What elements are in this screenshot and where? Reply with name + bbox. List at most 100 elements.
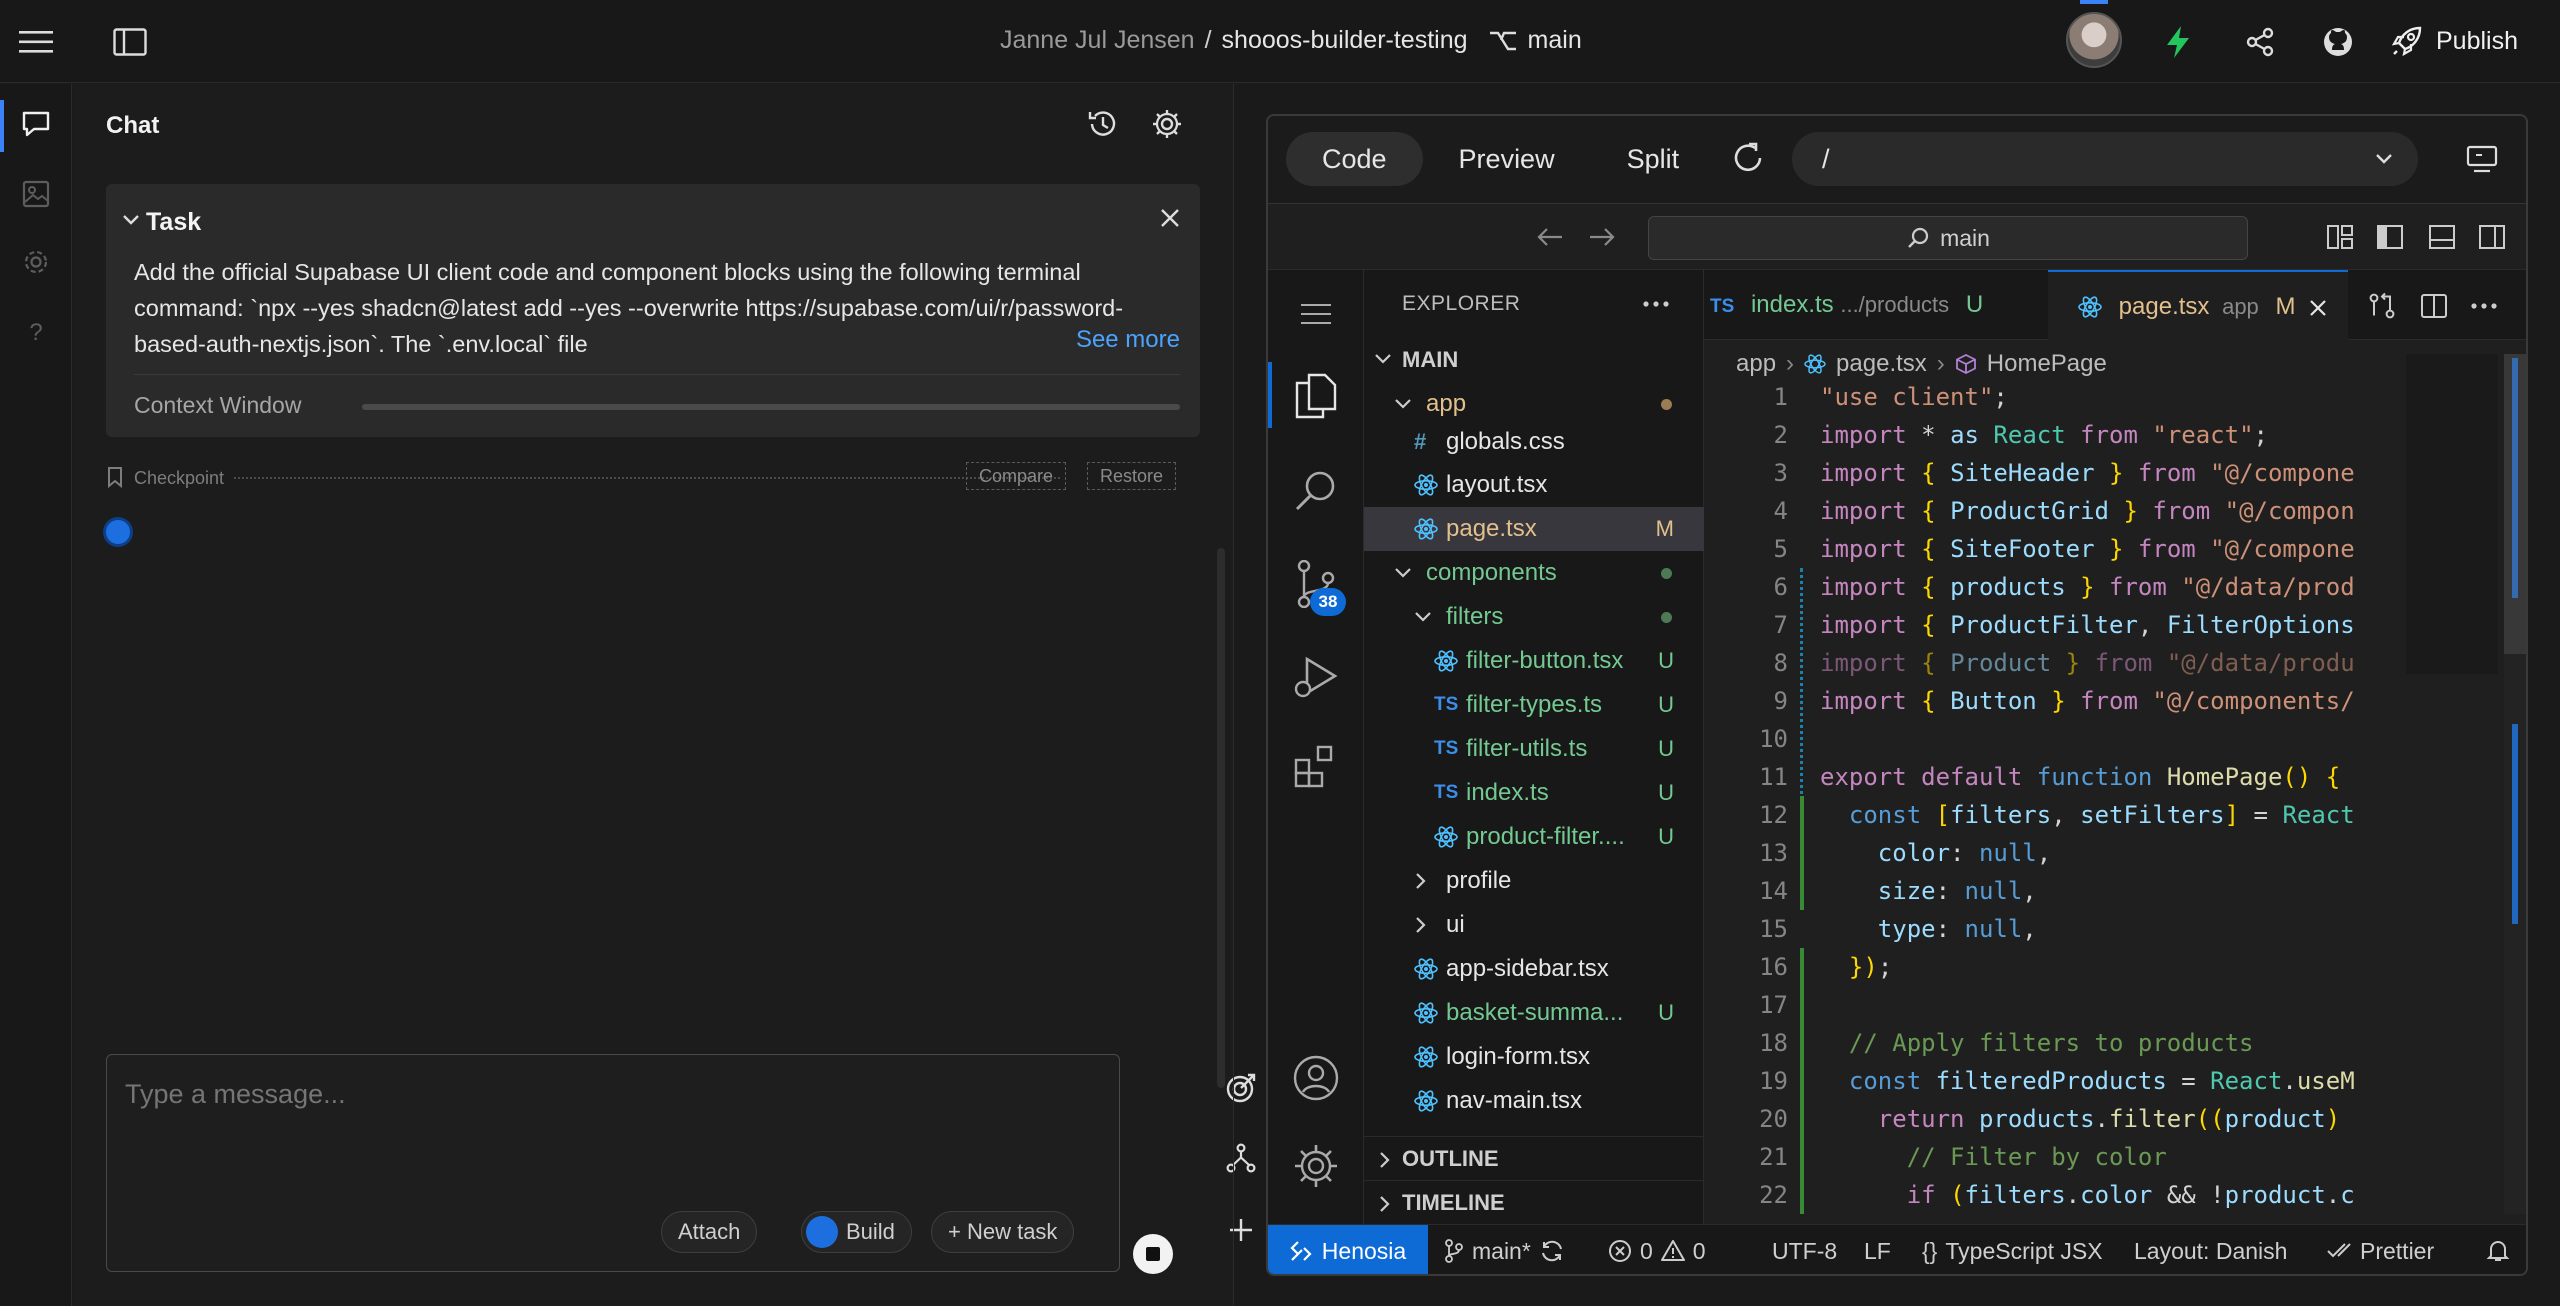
tree-item[interactable]: page.tsx M [1364, 507, 1704, 551]
outline-section[interactable]: OUTLINE [1364, 1136, 1704, 1180]
tree-item[interactable]: filter-button.tsx U [1364, 639, 1704, 683]
tab-split[interactable]: Split [1591, 132, 1716, 186]
publish-button[interactable]: Publish [2390, 20, 2518, 62]
code-line[interactable]: size: null, [1820, 872, 2380, 910]
github-icon[interactable] [2318, 22, 2358, 62]
build-mode-button[interactable]: Build [801, 1211, 912, 1253]
menu-icon[interactable] [1292, 290, 1340, 338]
more-actions-icon[interactable] [1642, 300, 1670, 308]
code-line[interactable]: type: null, [1820, 910, 2380, 948]
status-language[interactable]: {} TypeScript JSX [1922, 1225, 2103, 1274]
panel-divider[interactable] [1233, 84, 1234, 1306]
tree-item[interactable]: nav-main.tsx [1364, 1079, 1704, 1123]
code-line[interactable]: import { ProductGrid } from "@/compon [1820, 492, 2380, 530]
target-icon[interactable] [1221, 1068, 1261, 1108]
tab-code[interactable]: Code [1286, 132, 1423, 186]
code-line[interactable] [1820, 720, 2380, 758]
tree-item[interactable]: filters [1364, 595, 1704, 639]
code-line[interactable]: import { Button } from "@/components/ [1820, 682, 2380, 720]
accounts-icon[interactable] [1292, 1054, 1340, 1102]
url-dropdown-icon[interactable] [2374, 152, 2394, 166]
code-line[interactable]: import { SiteFooter } from "@/compone [1820, 530, 2380, 568]
code-line[interactable]: export default function HomePage() { [1820, 758, 2380, 796]
back-arrow-icon[interactable] [1536, 225, 1564, 249]
notifications-bell-icon[interactable] [2486, 1239, 2510, 1274]
see-more-link[interactable]: See more [1041, 326, 1180, 354]
code-line[interactable] [1820, 986, 2380, 1024]
collapse-chevron-icon[interactable] [120, 208, 142, 230]
breadcrumb-owner[interactable]: Janne Jul Jensen [1000, 26, 1195, 55]
breadcrumb-file[interactable]: page.tsx [1836, 350, 1927, 378]
tree-item[interactable]: profile [1364, 859, 1704, 903]
status-keyboard-layout[interactable]: Layout: Danish [2134, 1225, 2287, 1274]
timeline-section[interactable]: TIMELINE [1364, 1180, 1704, 1224]
code-line[interactable]: "use client"; [1820, 378, 2380, 416]
forward-arrow-icon[interactable] [1588, 225, 1616, 249]
toggle-secondary-sidebar-icon[interactable] [2478, 224, 2506, 250]
code-line[interactable]: return products.filter((product) [1820, 1100, 2380, 1138]
image-nav-icon[interactable] [16, 174, 56, 214]
chat-settings-icon[interactable] [1147, 104, 1187, 144]
attach-button[interactable]: Attach [661, 1211, 758, 1253]
split-editor-icon[interactable] [2420, 292, 2448, 320]
device-toggle-icon[interactable] [2466, 144, 2502, 174]
compare-button[interactable]: Compare [965, 462, 1066, 490]
fork-icon[interactable] [1221, 1138, 1261, 1178]
tree-item[interactable]: product-filter.... U [1364, 815, 1704, 859]
code-line[interactable]: if (filters.color && !product.c [1820, 1176, 2380, 1214]
code-line[interactable]: }); [1820, 948, 2380, 986]
breadcrumb-repo[interactable]: shooos-builder-testing [1222, 26, 1468, 55]
extensions-icon[interactable] [1292, 742, 1340, 790]
editor-more-icon[interactable] [2470, 302, 2498, 310]
status-branch[interactable]: main* [1444, 1225, 1565, 1274]
tree-item[interactable]: components [1364, 551, 1704, 595]
tree-item[interactable]: ui [1364, 903, 1704, 947]
stop-button[interactable] [1133, 1234, 1173, 1274]
tree-item[interactable]: TS filter-utils.ts U [1364, 727, 1704, 771]
toggle-panel-icon[interactable] [2428, 224, 2456, 250]
help-nav-icon[interactable]: ? [16, 312, 56, 352]
preview-url-field[interactable]: / [1792, 132, 2418, 186]
user-avatar[interactable] [2066, 12, 2122, 68]
code-line[interactable]: const [filters, setFilters] = React [1820, 796, 2380, 834]
minimap[interactable] [2406, 354, 2498, 674]
tree-item[interactable]: basket-summa... U [1364, 991, 1704, 1035]
branch-selector[interactable]: main [1488, 26, 1582, 55]
code-line[interactable]: import { SiteHeader } from "@/compone [1820, 454, 2380, 492]
tab-page-tsx[interactable]: page.tsx app M [2048, 270, 2348, 340]
refresh-icon[interactable] [1728, 138, 1768, 178]
scroll-thumb[interactable] [2504, 354, 2526, 654]
tree-item[interactable]: # globals.css [1364, 420, 1704, 464]
sync-icon[interactable] [1539, 1239, 1565, 1263]
tab-index-ts[interactable]: TS index.ts .../products U [1704, 270, 2034, 340]
code-line[interactable]: import { Product } from "@/data/produ [1820, 644, 2380, 682]
history-icon[interactable] [1083, 104, 1123, 144]
code-line[interactable]: const filteredProducts = React.useM [1820, 1062, 2380, 1100]
status-encoding[interactable]: UTF-8 [1772, 1225, 1837, 1274]
plus-icon[interactable] [1221, 1210, 1261, 1250]
breadcrumb-folder[interactable]: app [1736, 350, 1776, 378]
run-debug-icon[interactable] [1292, 654, 1340, 702]
code-line[interactable]: color: null, [1820, 834, 2380, 872]
close-tab-icon[interactable] [2308, 298, 2328, 318]
open-changes-icon[interactable] [2368, 292, 2396, 320]
tab-preview[interactable]: Preview [1423, 132, 1591, 186]
chat-nav-icon[interactable] [16, 104, 56, 144]
status-prettier[interactable]: Prettier [2326, 1225, 2434, 1274]
status-eol[interactable]: LF [1864, 1225, 1891, 1274]
code-line[interactable]: import * as React from "react"; [1820, 416, 2380, 454]
customize-layout-icon[interactable] [2326, 224, 2354, 250]
tree-root-main[interactable]: MAIN [1364, 338, 1704, 382]
tree-item[interactable]: TS index.ts U [1364, 771, 1704, 815]
manage-gear-icon[interactable] [1292, 1142, 1340, 1190]
share-icon[interactable] [2240, 22, 2280, 62]
restore-button[interactable]: Restore [1086, 462, 1176, 490]
chat-scrollbar[interactable] [1217, 548, 1225, 1088]
remote-indicator[interactable]: Henosia [1268, 1225, 1428, 1274]
sidebar-toggle-icon[interactable] [110, 22, 150, 62]
message-input[interactable] [125, 1079, 1025, 1110]
close-task-icon[interactable] [1158, 206, 1182, 230]
search-view-icon[interactable] [1292, 466, 1340, 514]
tree-item[interactable]: TS filter-types.ts U [1364, 683, 1704, 727]
tree-item[interactable]: layout.tsx [1364, 463, 1704, 507]
